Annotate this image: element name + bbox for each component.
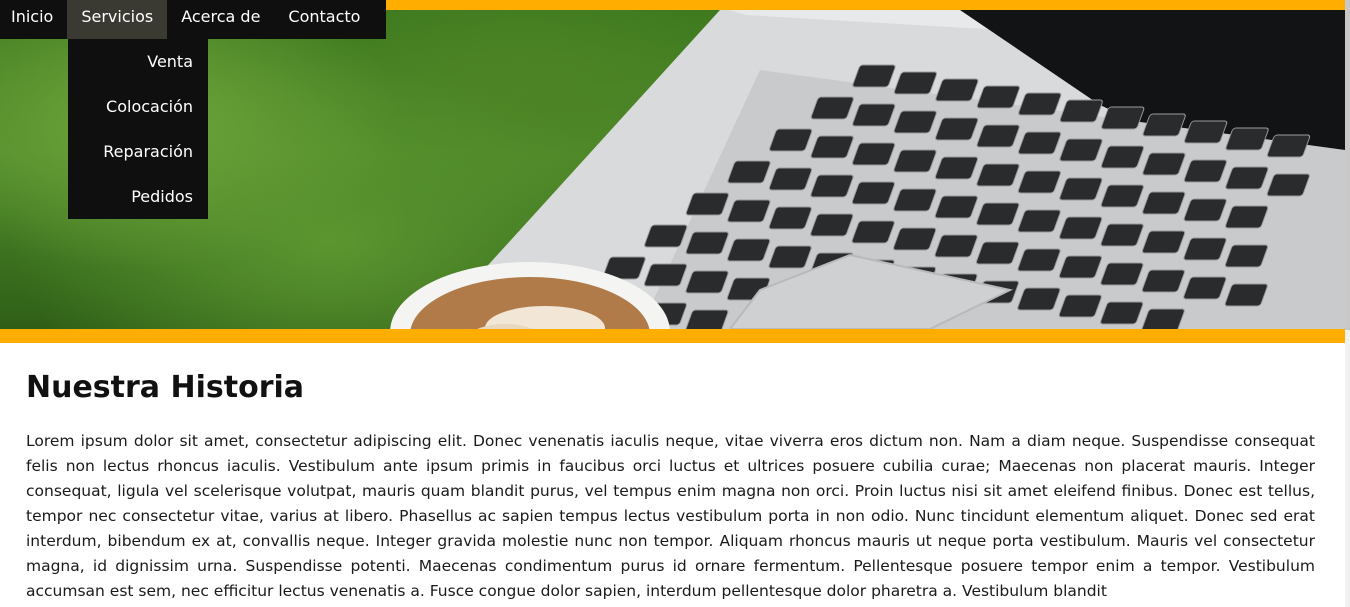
nav-item-servicios[interactable]: Servicios: [67, 0, 168, 39]
keyboard-key: [1141, 308, 1185, 329]
keyboard-key: [893, 227, 937, 251]
nav-item-contacto[interactable]: Contacto: [274, 0, 374, 39]
keyboard-key: [727, 199, 771, 223]
keyboard-key: [643, 263, 688, 287]
keyboard-key: [727, 238, 771, 262]
keyboard-key: [1183, 120, 1228, 144]
keyboard-key: [685, 309, 729, 329]
keyboard-key: [1017, 209, 1061, 233]
keyboard-key: [1100, 223, 1144, 247]
keyboard-key: [1142, 113, 1186, 137]
keyboard-key: [1183, 198, 1227, 222]
keyboard-key: [644, 224, 688, 248]
keyboard-key: [1100, 184, 1144, 208]
keyboard-key: [976, 163, 1020, 187]
keyboard-key: [976, 85, 1020, 109]
keyboard-key: [1142, 152, 1186, 176]
keyboard-key: [769, 128, 813, 152]
keyboard-key: [851, 181, 896, 205]
keyboard-key: [1101, 106, 1145, 130]
keyboard-key: [893, 110, 937, 134]
keyboard-key: [768, 167, 813, 191]
keyboard-key: [934, 156, 979, 180]
keyboard-key: [852, 103, 896, 127]
keyboard-key: [1058, 294, 1102, 318]
keyboard-key: [934, 234, 978, 258]
keyboard-key: [1142, 191, 1186, 215]
keyboard-key: [934, 195, 978, 219]
scrollbar-thumb[interactable]: [1345, 0, 1350, 330]
keyboard-key: [1224, 283, 1268, 307]
nav-item-inicio[interactable]: Inicio: [0, 0, 67, 39]
keyboard-key: [852, 64, 896, 88]
keyboard-key: [1100, 145, 1145, 169]
keyboard-key: [1017, 248, 1061, 272]
keyboard-key: [935, 117, 979, 141]
keyboard-key: [768, 206, 812, 230]
keyboard-key: [1059, 99, 1103, 123]
keyboard-key: [893, 188, 937, 212]
keyboard-key: [1224, 244, 1269, 268]
keyboard-key: [1225, 166, 1269, 190]
keyboard-key: [810, 213, 854, 237]
keyboard-key: [1017, 131, 1062, 155]
keyboard-key: [1225, 205, 1269, 229]
keyboard-key: [1100, 262, 1144, 286]
keyboard-key: [1017, 170, 1062, 194]
keyboard-key: [1225, 127, 1269, 151]
keyboard-key: [1183, 237, 1227, 261]
keyboard-key: [975, 241, 1020, 265]
nav-item-acerca-de[interactable]: Acerca de: [167, 0, 274, 39]
dropdown-item-colocacion[interactable]: Colocación: [68, 84, 208, 129]
page: Inicio Servicios Acerca de Contacto Vent…: [0, 0, 1350, 607]
main-nav: Inicio Servicios Acerca de Contacto: [0, 0, 386, 39]
keyboard-key: [810, 135, 854, 159]
keyboard-key: [1141, 230, 1186, 254]
keyboard-key: [1058, 255, 1103, 279]
keyboard-key: [1100, 301, 1144, 325]
keyboard-key: [1059, 177, 1103, 201]
keyboard-key: [1266, 173, 1310, 197]
keyboard-key: [685, 231, 729, 255]
keyboard-key: [1141, 269, 1186, 293]
keyboard-key: [1018, 92, 1062, 116]
keyboard-key: [1183, 159, 1228, 183]
section-title: Nuestra Historia: [26, 370, 305, 405]
keyboard-key: [1183, 276, 1227, 300]
keyboard-key: [810, 96, 854, 120]
keyboard-key: [851, 142, 896, 166]
keyboard-key: [976, 202, 1020, 226]
keyboard-key: [893, 149, 937, 173]
keyboard-key: [976, 124, 1020, 148]
keyboard-key: [851, 220, 895, 244]
keyboard-key: [685, 270, 729, 294]
servicios-dropdown: Venta Colocación Reparación Pedidos: [68, 39, 208, 219]
keyboard-key: [810, 174, 854, 198]
keyboard-key: [685, 192, 730, 216]
page-scrollbar[interactable]: [1345, 0, 1350, 607]
dropdown-item-reparacion[interactable]: Reparación: [68, 129, 208, 174]
keyboard-key: [1017, 287, 1061, 311]
keyboard-key: [768, 245, 812, 269]
dropdown-item-venta[interactable]: Venta: [68, 39, 208, 84]
keyboard-key: [727, 160, 771, 184]
keyboard-key: [1059, 216, 1103, 240]
keyboard-key: [893, 71, 938, 95]
keyboard-key: [935, 78, 979, 102]
keyboard-key: [1059, 138, 1103, 162]
story-paragraph: Lorem ipsum dolor sit amet, consectetur …: [26, 432, 1315, 600]
keyboard-key: [1266, 134, 1311, 158]
dropdown-item-pedidos[interactable]: Pedidos: [68, 174, 208, 219]
main-content: Nuestra Historia Lorem ipsum dolor sit a…: [26, 343, 1315, 604]
